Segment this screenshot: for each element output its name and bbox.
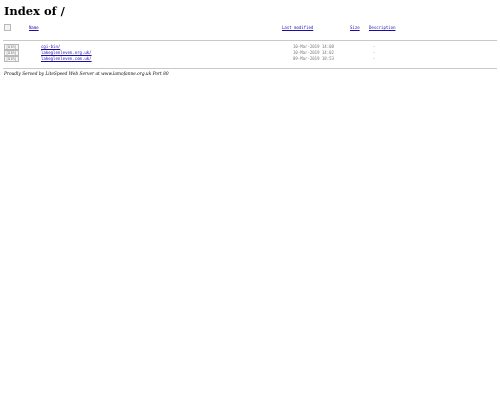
last-modified-value: 09-Mar-2019 18:53	[293, 56, 334, 61]
folder-icon: [DIR]	[4, 56, 19, 62]
listing-header: Name Last modified Size Description	[0, 24, 500, 34]
bottom-divider	[3, 68, 497, 69]
blank-icon	[4, 24, 11, 33]
sort-by-description-link[interactable]: Description	[369, 25, 396, 31]
directory-link[interactable]: lakeglenleven.com.uk/	[41, 56, 92, 62]
directory-listing: Name Last modified Size Description [DIR…	[0, 24, 500, 62]
sort-by-last-modified-link[interactable]: Last modified	[282, 25, 313, 31]
sort-by-size-link[interactable]: Size	[350, 25, 360, 31]
server-signature: Proudly Served by LiteSpeed Web Server a…	[4, 72, 169, 77]
size-value: -	[373, 56, 376, 61]
top-divider	[3, 40, 497, 41]
page-title: Index of /	[4, 4, 65, 18]
sort-by-name-link[interactable]: Name	[29, 25, 39, 31]
table-row: [DIR] lakeglenleven.com.uk/ 09-Mar-2019 …	[0, 56, 500, 62]
